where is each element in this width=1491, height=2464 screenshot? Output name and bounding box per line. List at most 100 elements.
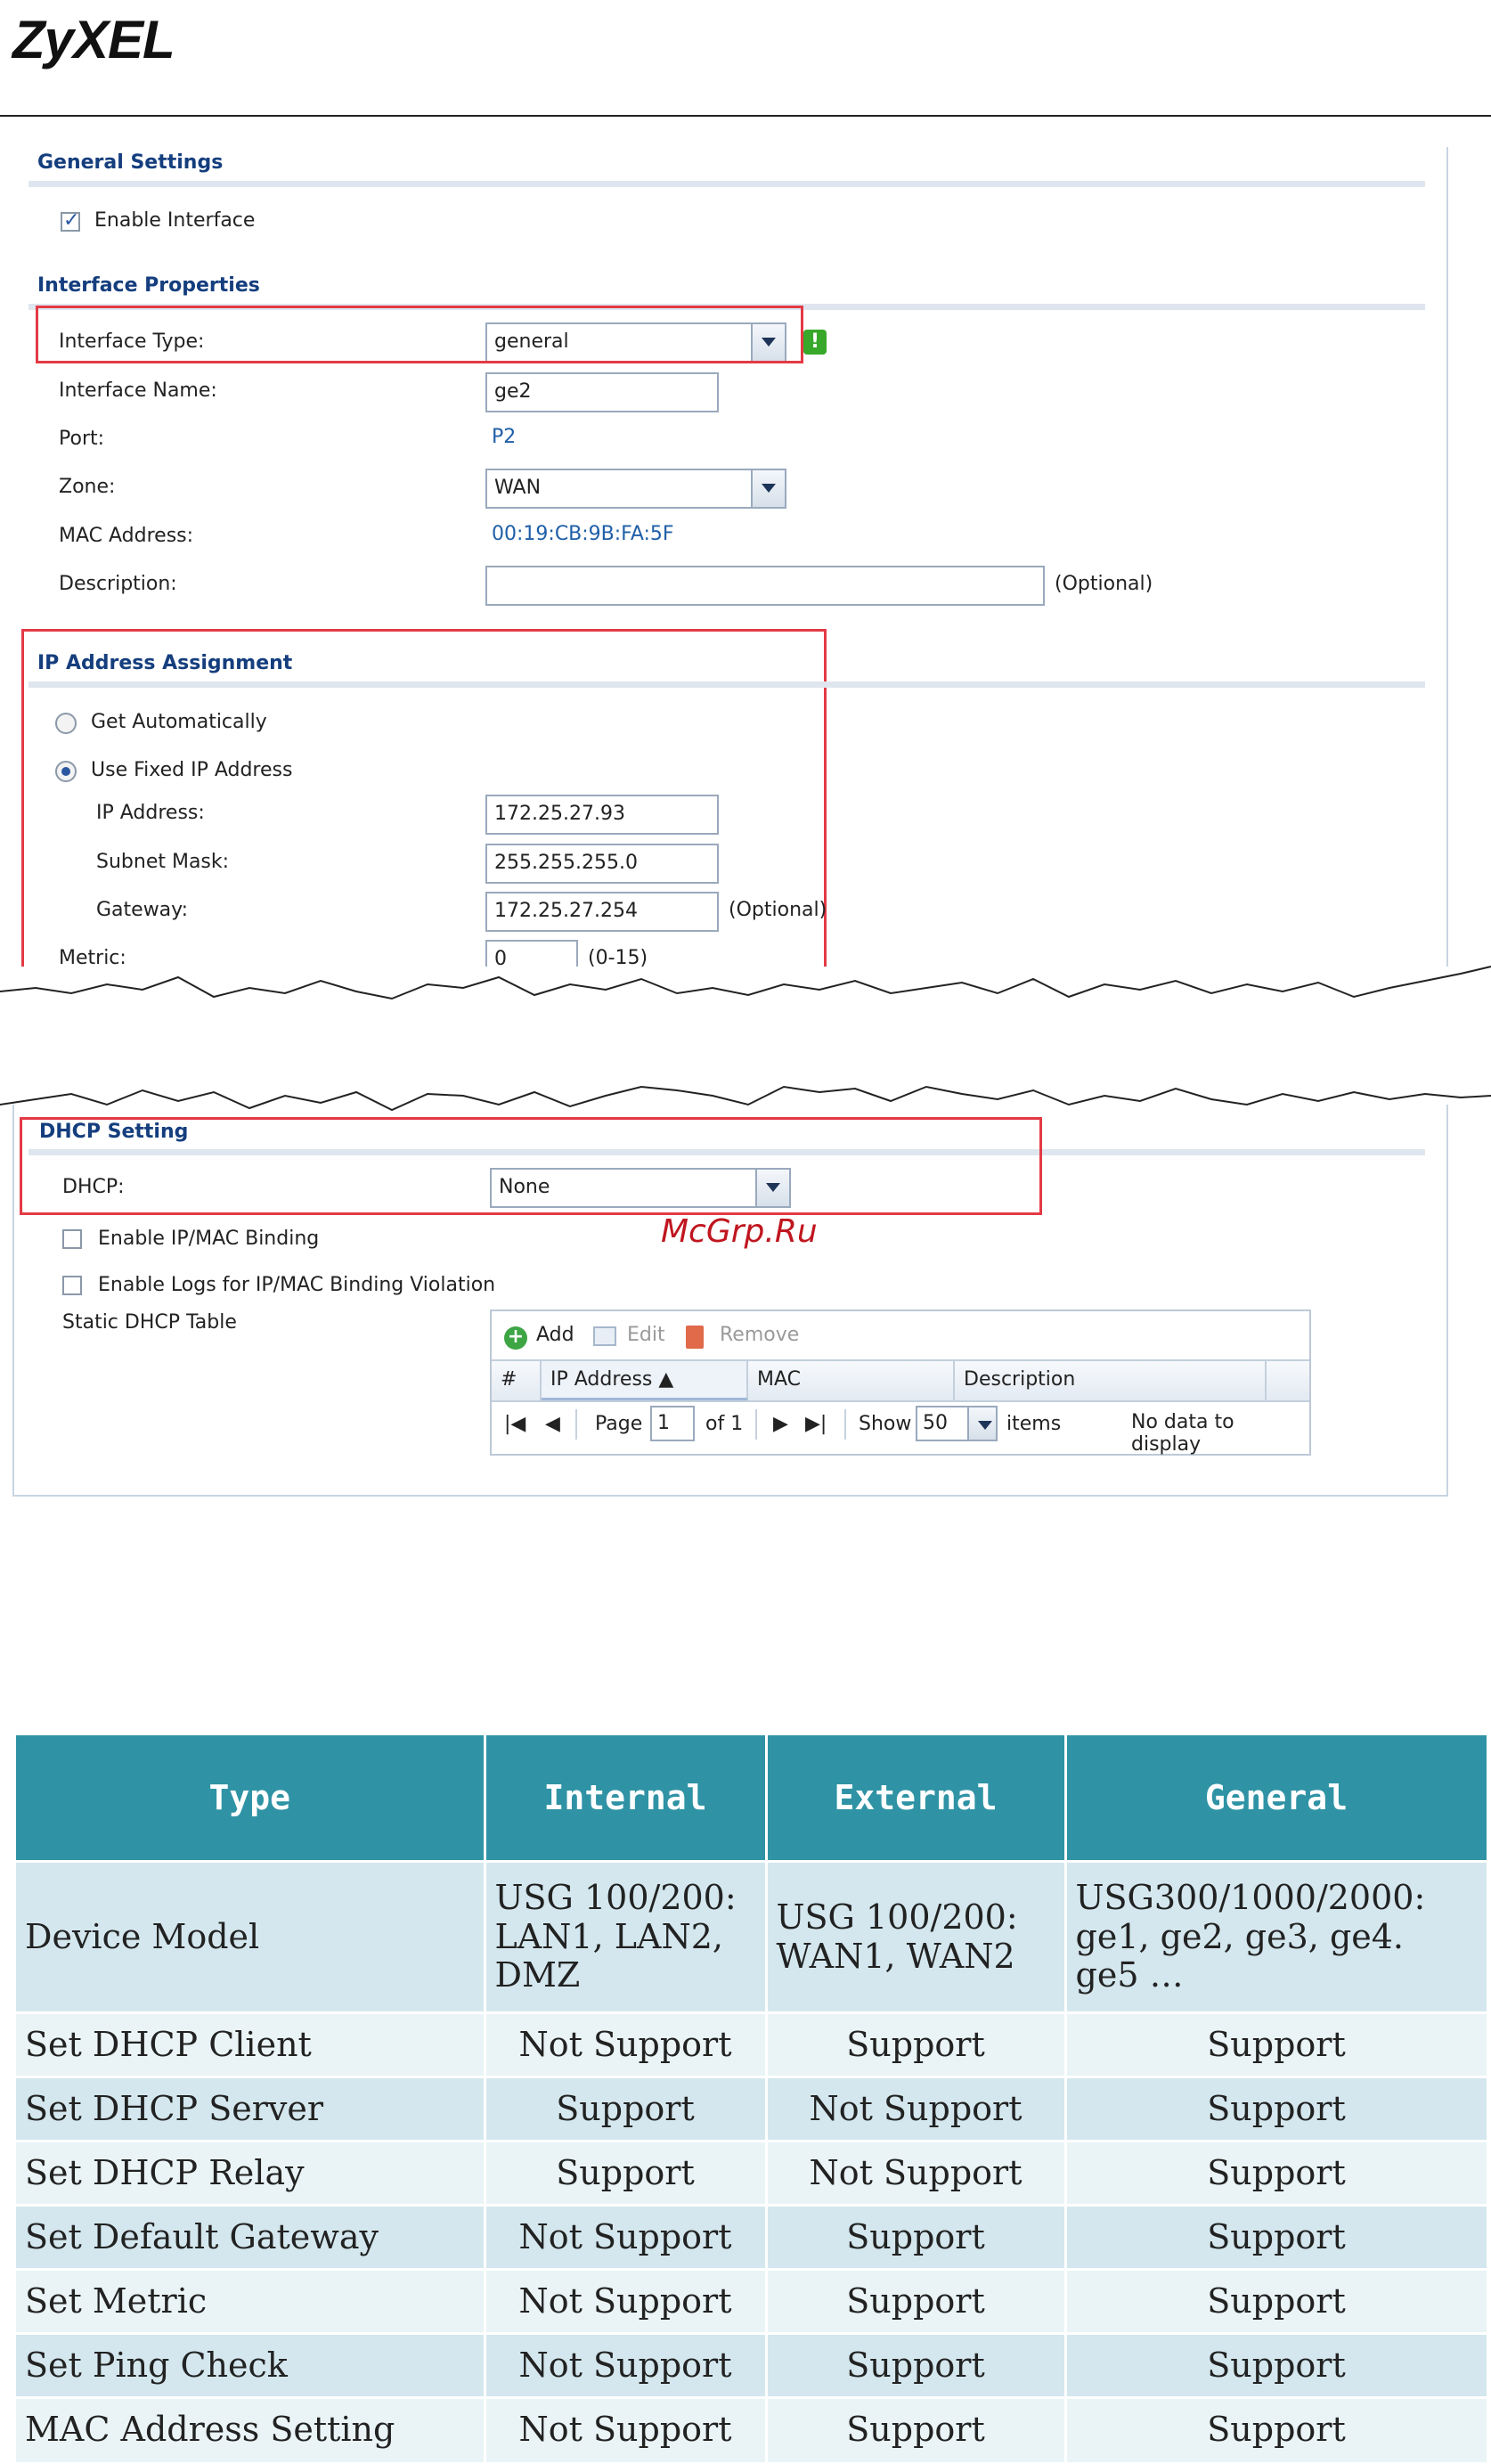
cell-general: Support	[1065, 2204, 1489, 2270]
get-automatically-radio[interactable]	[55, 713, 77, 734]
section-divider	[29, 181, 1425, 187]
last-page-button[interactable]: ▶|	[805, 1413, 827, 1435]
table-row: Set DHCP Relay Support Not Support Suppo…	[16, 2140, 1489, 2206]
cell-internal: Not Support	[485, 2268, 768, 2334]
enable-interface-checkbox[interactable]	[61, 209, 80, 232]
header-external: External	[766, 1735, 1067, 1862]
col-number[interactable]: #	[492, 1361, 542, 1400]
description-input[interactable]	[485, 566, 1045, 606]
ipmac-binding-checkbox[interactable]	[62, 1229, 82, 1249]
cell-general: Support	[1065, 2396, 1489, 2462]
pager-separator	[755, 1409, 757, 1440]
ip-address-label: IP Address:	[96, 802, 205, 824]
cell-general: Support	[1065, 2011, 1489, 2077]
zone-value: WAN	[494, 477, 542, 499]
watermark: McGrp.Ru	[661, 1213, 818, 1250]
panel-border-right	[1446, 147, 1448, 971]
gateway-input[interactable]: 172.25.27.254	[485, 892, 719, 932]
ip-assignment-title: IP Address Assignment	[37, 652, 293, 674]
cell-internal: USG 100/200: LAN1, LAN2, DMZ	[485, 1860, 768, 2013]
mac-address-label: MAC Address:	[59, 525, 194, 547]
brand-logo: ZyXEL	[12, 10, 175, 69]
cell-external: USG 100/200: WAN1, WAN2	[766, 1860, 1067, 2013]
row-label: Device Model	[16, 1860, 486, 2013]
cell-external: Support	[766, 2332, 1067, 2398]
header-divider	[0, 115, 1491, 117]
panel-border-right	[1446, 1105, 1448, 1497]
info-icon[interactable]: !	[803, 330, 827, 355]
chevron-down-icon[interactable]	[751, 470, 785, 507]
trash-icon	[686, 1326, 704, 1349]
empty-message: No data to display	[1131, 1411, 1234, 1456]
table-header-row: # IP Address ▲ MAC Description	[492, 1359, 1309, 1402]
table-row: Set DHCP Server Support Not Support Supp…	[16, 2076, 1489, 2142]
header-general: General	[1065, 1735, 1489, 1862]
page-size-select[interactable]: 50	[916, 1406, 998, 1441]
cell-external: Support	[766, 2268, 1067, 2334]
cell-external: Support	[766, 2204, 1067, 2270]
table-row: Device Model USG 100/200: LAN1, LAN2, DM…	[16, 1860, 1489, 2013]
highlight-interface-type	[36, 306, 803, 363]
table-row: Set Ping Check Not Support Support Suppo…	[16, 2332, 1489, 2398]
add-icon: +	[504, 1326, 527, 1350]
pager-separator	[575, 1409, 577, 1440]
torn-edge-top-shot	[0, 966, 1491, 1000]
panel-border-bottom	[12, 1495, 1448, 1497]
subnet-mask-input[interactable]: 255.255.255.0	[485, 844, 719, 884]
cell-general: Support	[1065, 2076, 1489, 2142]
section-divider	[29, 681, 1425, 688]
cell-internal: Support	[485, 2076, 768, 2142]
row-label: Set DHCP Server	[16, 2076, 486, 2142]
page-input[interactable]: 1	[650, 1406, 695, 1441]
panel-border-left	[12, 1105, 14, 1497]
chevron-down-icon[interactable]	[967, 1407, 996, 1440]
row-label: Set Metric	[16, 2268, 486, 2334]
col-mac[interactable]: MAC	[748, 1361, 955, 1400]
cell-internal: Not Support	[485, 2204, 768, 2270]
cell-general: Support	[1065, 2140, 1489, 2206]
port-value: P2	[492, 426, 517, 448]
zone-select[interactable]: WAN	[485, 469, 786, 509]
row-label: Set Default Gateway	[16, 2204, 486, 2270]
description-label: Description:	[59, 573, 177, 595]
get-automatically-label: Get Automatically	[91, 711, 267, 733]
dhcp-value: None	[499, 1176, 550, 1198]
table-row: MAC Address Setting Not Support Support …	[16, 2396, 1489, 2462]
interface-properties-title: Interface Properties	[37, 274, 260, 297]
table-row: Set Default Gateway Not Support Support …	[16, 2204, 1489, 2270]
header-internal: Internal	[485, 1735, 768, 1862]
interface-name-input[interactable]: ge2	[485, 372, 719, 412]
dhcp-label: DHCP:	[62, 1176, 125, 1198]
add-label: Add	[536, 1324, 574, 1346]
prev-page-button[interactable]: ◀	[545, 1413, 560, 1435]
next-page-button[interactable]: ▶	[773, 1413, 788, 1435]
cell-general: Support	[1065, 2332, 1489, 2398]
row-label: Set Ping Check	[16, 2332, 486, 2398]
col-description[interactable]: Description	[955, 1361, 1267, 1400]
ip-address-input[interactable]: 172.25.27.93	[485, 795, 719, 835]
dhcp-select[interactable]: None	[490, 1168, 791, 1208]
chevron-down-icon[interactable]	[755, 1170, 789, 1206]
use-fixed-ip-label: Use Fixed IP Address	[91, 759, 293, 781]
page-label: Page	[595, 1413, 643, 1435]
cell-internal: Not Support	[485, 2011, 768, 2077]
ipmac-binding-label: Enable IP/MAC Binding	[98, 1228, 320, 1250]
cell-general: USG300/1000/2000: ge1, ge2, ge3, ge4. ge…	[1065, 1860, 1489, 2013]
use-fixed-ip-radio[interactable]	[55, 761, 77, 782]
show-label: Show	[859, 1413, 912, 1435]
interface-type-comparison-table: Type Internal External General Device Mo…	[16, 1735, 1489, 2462]
ipmac-logs-checkbox[interactable]	[62, 1276, 82, 1295]
first-page-button[interactable]: |◀	[504, 1413, 526, 1435]
pager-separator	[844, 1409, 846, 1440]
general-settings-title: General Settings	[37, 151, 224, 174]
col-ip-address[interactable]: IP Address ▲	[542, 1361, 748, 1400]
gateway-label: Gateway:	[96, 899, 188, 921]
cell-internal: Support	[485, 2140, 768, 2206]
subnet-mask-label: Subnet Mask:	[96, 851, 230, 873]
table-row: Set DHCP Client Not Support Support Supp…	[16, 2011, 1489, 2077]
row-label: Set DHCP Client	[16, 2011, 486, 2077]
edit-icon	[593, 1326, 616, 1346]
row-label: MAC Address Setting	[16, 2396, 486, 2462]
remove-label: Remove	[720, 1324, 800, 1346]
table-row: Set Metric Not Support Support Support	[16, 2268, 1489, 2334]
